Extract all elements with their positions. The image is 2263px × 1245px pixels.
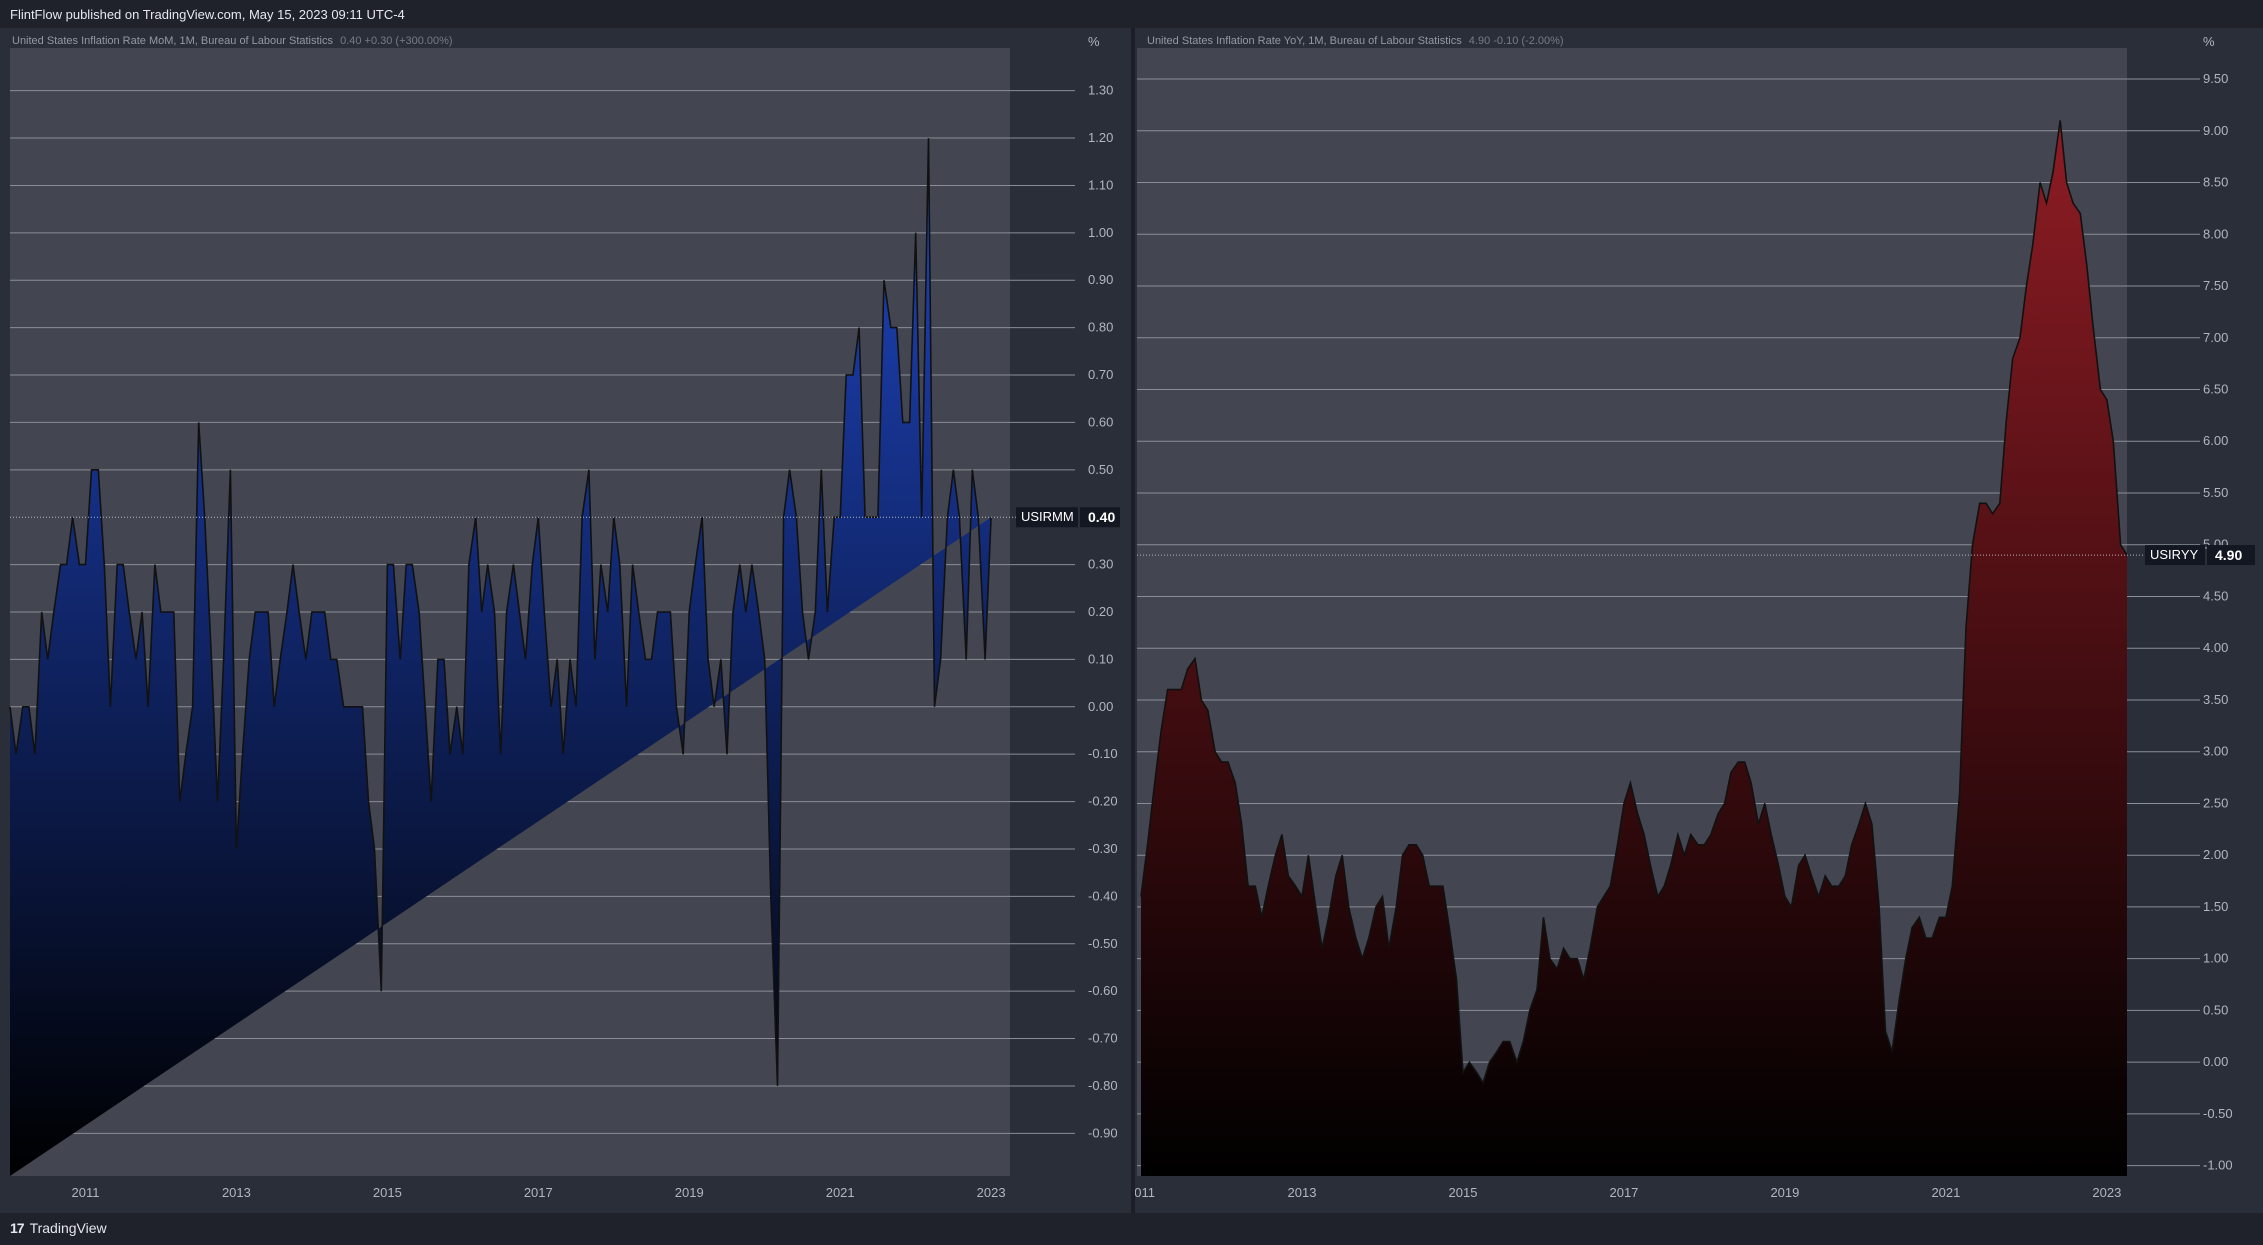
mom-xtick-label: 2015 bbox=[373, 1185, 402, 1200]
mom-symbol-label: USIRMM bbox=[1021, 509, 1074, 524]
mom-legend-title: United States Inflation Rate MoM, 1M, Bu… bbox=[12, 35, 333, 47]
mom-xtick-label: 2017 bbox=[524, 1185, 553, 1200]
mom-xtick-label: 2023 bbox=[977, 1185, 1006, 1200]
tradingview-label: TradingView bbox=[29, 1220, 107, 1236]
mom-ytick-label: 0.70 bbox=[1088, 367, 1113, 382]
yoy-ytick-label: -0.50 bbox=[2203, 1106, 2233, 1121]
yoy-ytick-label: 2.50 bbox=[2203, 795, 2228, 810]
mom-ytick-label: -0.40 bbox=[1088, 888, 1118, 903]
footer-bar bbox=[0, 1213, 2263, 1245]
yoy-xtick-label: 2019 bbox=[1770, 1185, 1799, 1200]
mom-xtick-label: 2013 bbox=[222, 1185, 251, 1200]
mom-ytick-label: -0.80 bbox=[1088, 1078, 1118, 1093]
chart-panel-mom[interactable]: 1.30 1.20 1.10 1.00 0.90 0.80 0.70 0.60 0.50 0.30… bbox=[0, 28, 1132, 1213]
yoy-price-badge[interactable]: USIRYY 4.90 bbox=[2145, 545, 2255, 566]
mom-xtick-label: 2011 bbox=[71, 1185, 99, 1200]
mom-ytick-label: -0.70 bbox=[1088, 1031, 1118, 1046]
publisher-info: FlintFlow published on TradingView.com, … bbox=[10, 7, 405, 22]
mom-xtick-label: 2019 bbox=[675, 1185, 704, 1200]
mom-last-value-label: 0.40 bbox=[1088, 509, 1115, 525]
yoy-ytick-label: 7.50 bbox=[2203, 278, 2228, 293]
yoy-unit-label: % bbox=[2203, 34, 2215, 49]
yoy-ytick-label: 9.50 bbox=[2203, 71, 2228, 86]
yoy-xtick-label: 2017 bbox=[1609, 1185, 1638, 1200]
mom-xtick-label: 2021 bbox=[826, 1185, 855, 1200]
yoy-legend-title: United States Inflation Rate YoY, 1M, Bu… bbox=[1147, 35, 1462, 47]
yoy-ytick-label: 4.50 bbox=[2203, 588, 2228, 603]
mom-ytick-label: 0.00 bbox=[1088, 699, 1113, 714]
mom-legend-values: 0.40 +0.30 (+300.00%) bbox=[340, 35, 453, 47]
yoy-ytick-label: 9.00 bbox=[2203, 123, 2228, 138]
mom-ytick-label: -0.50 bbox=[1088, 936, 1118, 951]
yoy-ytick-label: 4.00 bbox=[2203, 640, 2228, 655]
mom-chart-svg[interactable]: 1.30 1.20 1.10 1.00 0.90 0.80 0.70 0.60 0.50 0.30… bbox=[0, 28, 1132, 1213]
yoy-ytick-label: 8.00 bbox=[2203, 226, 2228, 241]
yoy-xtick-label: 2023 bbox=[2092, 1185, 2121, 1200]
mom-ytick-label: 1.30 bbox=[1088, 83, 1113, 98]
mom-price-badge[interactable]: USIRMM 0.40 bbox=[1016, 507, 1120, 528]
yoy-ytick-label: 1.50 bbox=[2203, 899, 2228, 914]
mom-ytick-label: 0.80 bbox=[1088, 320, 1113, 335]
mom-ytick-label: 0.30 bbox=[1088, 557, 1113, 572]
yoy-xtick-label: 2013 bbox=[1288, 1185, 1317, 1200]
mom-ytick-label: 0.90 bbox=[1088, 272, 1113, 287]
mom-ytick-label: -0.60 bbox=[1088, 983, 1118, 998]
chart-panel-yoy[interactable]: 9.50 9.00 8.50 8.00 7.50 7.00 6.50 6.00 5.50 5.00… bbox=[1135, 28, 2263, 1213]
mom-ytick-label: -0.90 bbox=[1088, 1125, 1118, 1140]
mom-unit-label: % bbox=[1088, 34, 1100, 49]
yoy-ytick-label: 7.00 bbox=[2203, 330, 2228, 345]
yoy-ytick-label: 6.50 bbox=[2203, 382, 2228, 397]
mom-ytick-label: 1.00 bbox=[1088, 225, 1113, 240]
mom-ytick-label: 0.10 bbox=[1088, 651, 1113, 666]
yoy-ytick-label: 3.50 bbox=[2203, 692, 2228, 707]
mom-ytick-label: 1.10 bbox=[1088, 177, 1113, 192]
mom-legend: United States Inflation Rate MoM, 1M, Bu… bbox=[12, 35, 453, 47]
yoy-legend: United States Inflation Rate YoY, 1M, Bu… bbox=[1147, 35, 1564, 47]
yoy-chart-svg[interactable]: 9.509.008.508.007.507.006.506.005.505.00… bbox=[1135, 28, 2263, 1213]
yoy-ytick-label: 0.50 bbox=[2203, 1002, 2228, 1017]
tradingview-logo-icon: 17 bbox=[10, 1220, 25, 1236]
mom-ytick-label: 1.20 bbox=[1088, 130, 1113, 145]
mom-ytick-label: -0.20 bbox=[1088, 794, 1118, 809]
mom-ytick-label: 0.20 bbox=[1088, 604, 1113, 619]
yoy-ytick-label: 2.00 bbox=[2203, 847, 2228, 862]
mom-ytick-label: 0.60 bbox=[1088, 414, 1113, 429]
mom-ytick-label: -0.10 bbox=[1088, 746, 1118, 761]
yoy-ytick-label: 6.00 bbox=[2203, 433, 2228, 448]
yoy-legend-values: 4.90 -0.10 (-2.00%) bbox=[1468, 35, 1564, 47]
yoy-last-value-label: 4.90 bbox=[2215, 547, 2242, 563]
yoy-ytick-label: 3.00 bbox=[2203, 744, 2228, 759]
yoy-symbol-label: USIRYY bbox=[2150, 547, 2198, 562]
tradingview-brand[interactable]: 17 TradingView bbox=[10, 1220, 107, 1236]
yoy-ytick-label: 5.50 bbox=[2203, 485, 2228, 500]
yoy-xtick-label: 2011 bbox=[1135, 1185, 1155, 1200]
yoy-ytick-label: -1.00 bbox=[2203, 1158, 2233, 1173]
yoy-xtick-label: 2015 bbox=[1449, 1185, 1478, 1200]
yoy-xtick-label: 2021 bbox=[1931, 1185, 1960, 1200]
mom-ytick-label: 0.50 bbox=[1088, 462, 1113, 477]
yoy-ytick-label: 0.00 bbox=[2203, 1054, 2228, 1069]
mom-ytick-label: -0.30 bbox=[1088, 841, 1118, 856]
yoy-ytick-label: 1.00 bbox=[2203, 951, 2228, 966]
yoy-ytick-label: 8.50 bbox=[2203, 175, 2228, 190]
